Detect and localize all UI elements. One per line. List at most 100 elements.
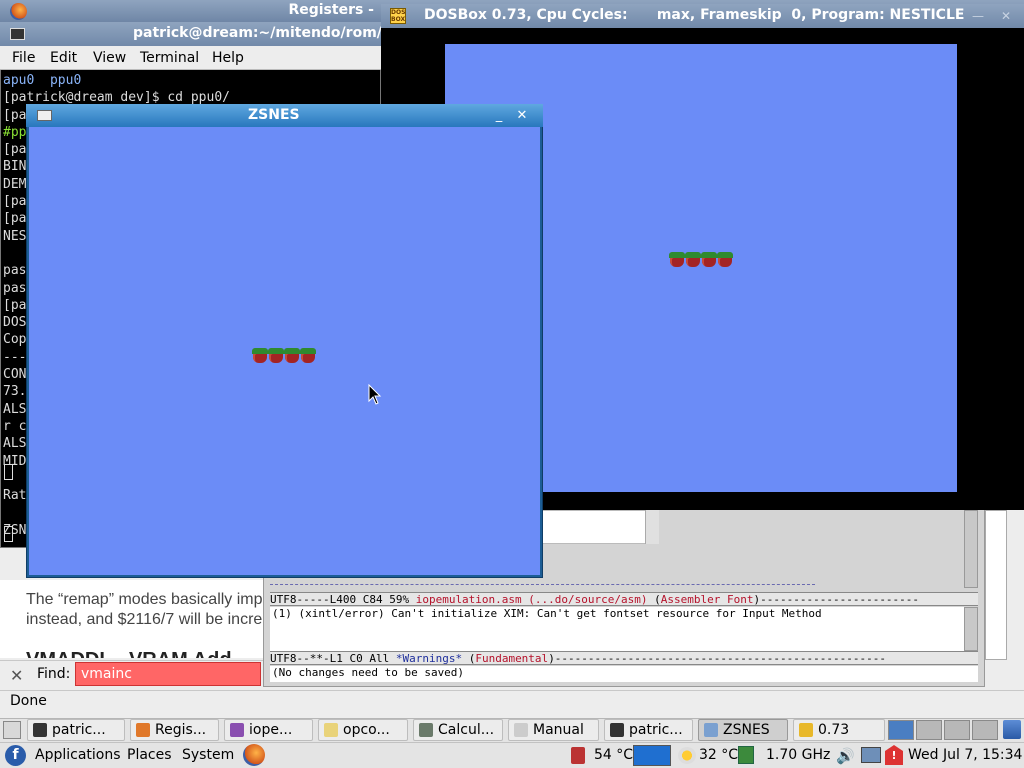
warning-message: (1) (xintl/error) Can't initialize XIM: … [272,607,822,620]
minibuffer[interactable]: (No changes need to be saved) [270,666,978,682]
taskbar-button[interactable]: opco... [318,719,408,741]
dosbox-title: DOSBox 0.73, Cpu Cycles: max, Frameskip … [424,7,965,23]
taskbar-button-label: patric... [52,722,106,738]
workspace-3[interactable] [944,720,970,740]
weather-temperature: 32 °C [699,747,739,763]
paragraph-line: The “remap” modes basically impl [26,591,266,608]
menu-terminal[interactable]: Terminal [140,50,199,66]
warnings-scrollbar[interactable] [964,607,978,651]
taskbar-button-label: Regis... [155,722,207,738]
taskbar-button-label: patric... [629,722,683,738]
document-icon [514,723,528,737]
taskbar-button-label: iope... [249,722,293,738]
clock[interactable]: Wed Jul 7, 15:34 [908,747,1022,763]
firefox-launcher-icon[interactable] [243,744,265,766]
page-heading: VMADDL - VRAM Add [26,646,266,658]
mode-line-major-mode: Assembler [660,593,721,606]
mode-line-asm[interactable]: UTF8-----L400 C84 59% iopemulation.asm (… [270,592,978,606]
network-icon[interactable] [861,747,881,763]
trash-icon[interactable] [1003,720,1021,739]
strawberry-sprite [717,252,733,267]
mode-line-prefix: UTF8--**-L1 C0 All [270,652,396,665]
strawberry-sprite [300,348,316,363]
terminal-line: apu0 ppu0 [3,73,82,88]
paragraph-line: instead, and $2116/7 will be increr [26,611,266,628]
close-icon[interactable]: ✕ [998,9,1014,23]
terminal-cursor [4,464,13,480]
taskbar-button[interactable]: Calcul... [413,719,503,741]
editor-icon [324,723,338,737]
taskbar-button-label: Manual [533,722,584,738]
zsnes-sprite-row [252,348,316,363]
taskbar-button[interactable]: iope... [224,719,313,741]
workspace-1[interactable] [888,720,914,740]
cpu-frequency[interactable]: 1.70 GHz [766,747,830,763]
mode-line-buffer-name: *Warnings* [395,652,463,665]
warnings-buffer[interactable]: (1) (xintl/error) Can't initialize XIM: … [270,607,964,651]
strawberry-sprite [268,348,284,363]
battery-icon[interactable] [738,746,754,764]
taskbar-button[interactable]: patric... [604,719,693,741]
mode-line-suffix: )------------------------ [753,593,920,606]
zsnes-title: ZSNES [248,107,300,123]
taskbar-button-label: ZSNES [723,722,770,738]
workspace-4[interactable] [972,720,998,740]
menu-file[interactable]: File [12,50,35,66]
mouse-pointer-icon [368,384,382,405]
mode-line-prefix: UTF8-----L400 C84 59% [270,593,416,606]
workspace-2[interactable] [916,720,942,740]
menu-edit[interactable]: Edit [50,50,77,66]
taskbar-button-label: 0.73 [818,722,850,738]
gnome-foot-icon[interactable]: f [5,745,26,766]
taskbar-button[interactable]: 0.73 [793,719,885,741]
firefox-icon [136,723,150,737]
dosbox-icon: DOS BOX [390,8,406,24]
strawberry-sprite [685,252,701,267]
terminal-cursor [4,526,13,542]
menu-help[interactable]: Help [212,50,244,66]
taskbar-button-label: Calcul... [438,722,495,738]
emacs-side-pane [985,510,1007,660]
mode-line-paren: ( [647,593,661,606]
applications-menu[interactable]: Applications [35,747,121,763]
terminal-icon [33,723,47,737]
strawberry-sprite [669,252,685,267]
status-text: Done [10,693,47,709]
close-icon[interactable]: ✕ [513,107,531,124]
window-menu-icon[interactable] [37,110,52,121]
calculator-icon [419,723,433,737]
cpu-temperature: 54 °C [594,747,634,763]
mode-line-buffer-name: iopemulation.asm (...do/source/asm) [415,593,648,606]
cpu-monitor-graph[interactable] [633,745,671,766]
taskbar-button-label: opco... [343,722,390,738]
window-icon [704,723,718,737]
thermometer-icon [571,747,585,764]
upper-pane-scrollbar[interactable] [645,510,659,544]
places-menu[interactable]: Places [127,747,172,763]
minimize-icon[interactable]: — [970,9,986,23]
show-desktop-icon[interactable] [3,721,21,739]
minimize-icon[interactable]: _ [490,107,508,124]
terminal-icon [610,723,624,737]
menu-view[interactable]: View [93,50,126,66]
status-bar [0,690,1024,714]
strawberry-sprite [284,348,300,363]
mode-line-suffix: )---------------------------------------… [548,652,886,665]
taskbar-button[interactable]: Manual [508,719,599,741]
volume-icon[interactable]: 🔊 [836,747,855,765]
find-input[interactable]: vmainc [75,662,261,686]
find-label: Find: [37,666,71,682]
page-paragraph: The “remap” modes basically impl instead… [26,590,266,630]
firefox-window-title: Registers - [288,2,374,18]
taskbar-button[interactable]: patric... [27,719,125,741]
taskbar-button[interactable]: ZSNES [698,719,788,741]
system-menu[interactable]: System [182,747,234,763]
strawberry-sprite [252,348,268,363]
mode-line-warnings[interactable]: UTF8--**-L1 C0 All *Warnings* (Fundament… [270,651,978,665]
find-close-icon[interactable]: ✕ [10,666,23,685]
weather-icon[interactable] [678,747,696,764]
strawberry-sprite [701,252,717,267]
emacs-scrollbar[interactable] [964,510,978,588]
dosbox-icon [799,723,813,737]
taskbar-button[interactable]: Regis... [130,719,219,741]
